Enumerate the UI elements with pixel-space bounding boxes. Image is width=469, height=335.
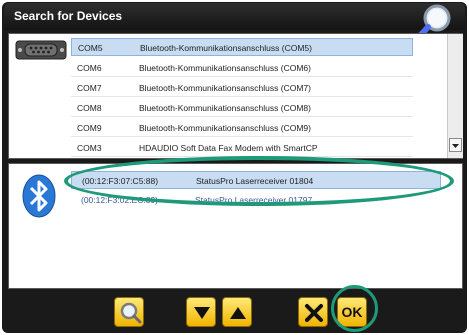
magnifier-icon[interactable] <box>114 297 144 327</box>
chevron-down-icon[interactable] <box>449 138 462 152</box>
port-row[interactable]: COM3 HDAUDIO Soft Data Fax Modem with Sm… <box>71 139 413 157</box>
port-description: Bluetooth-Kommunikationsanschluss (COM6) <box>139 63 311 73</box>
port-row[interactable]: COM5 Bluetooth-Kommunikationsanschluss (… <box>71 38 413 56</box>
window-title: Search for Devices <box>14 9 123 23</box>
arrow-up-icon[interactable] <box>222 297 252 327</box>
bluetooth-icon <box>22 174 56 218</box>
port-list-scrollbar[interactable] <box>447 34 463 158</box>
port-description: Bluetooth-Kommunikationsanschluss (COM5) <box>140 43 312 53</box>
ok-button-highlight <box>331 285 378 332</box>
arrow-down-icon[interactable] <box>186 297 216 327</box>
port-name: COM3 <box>77 143 102 153</box>
port-row[interactable]: COM7 Bluetooth-Kommunikationsanschluss (… <box>71 79 413 97</box>
port-name: COM9 <box>77 123 102 133</box>
port-name: COM8 <box>77 103 102 113</box>
close-icon[interactable] <box>298 297 328 327</box>
port-description: Bluetooth-Kommunikationsanschluss (COM7) <box>139 83 311 93</box>
port-name: COM5 <box>78 43 103 53</box>
port-description: Bluetooth-Kommunikationsanschluss (COM9) <box>139 123 311 133</box>
serial-port-icon <box>15 39 67 61</box>
port-name: COM6 <box>77 63 102 73</box>
port-row[interactable]: COM9 Bluetooth-Kommunikationsanschluss (… <box>71 119 413 137</box>
port-name: COM7 <box>77 83 102 93</box>
port-row[interactable]: COM8 Bluetooth-Kommunikationsanschluss (… <box>71 99 413 117</box>
title-bar: Search for Devices <box>4 3 465 30</box>
port-description: Bluetooth-Kommunikationsanschluss (COM8) <box>139 103 311 113</box>
selected-device-highlight <box>64 156 454 206</box>
port-list-panel: COM5 Bluetooth-Kommunikationsanschluss (… <box>8 33 463 159</box>
port-description: HDAUDIO Soft Data Fax Modem with SmartCP <box>139 143 318 153</box>
port-row[interactable]: COM6 Bluetooth-Kommunikationsanschluss (… <box>71 59 413 77</box>
